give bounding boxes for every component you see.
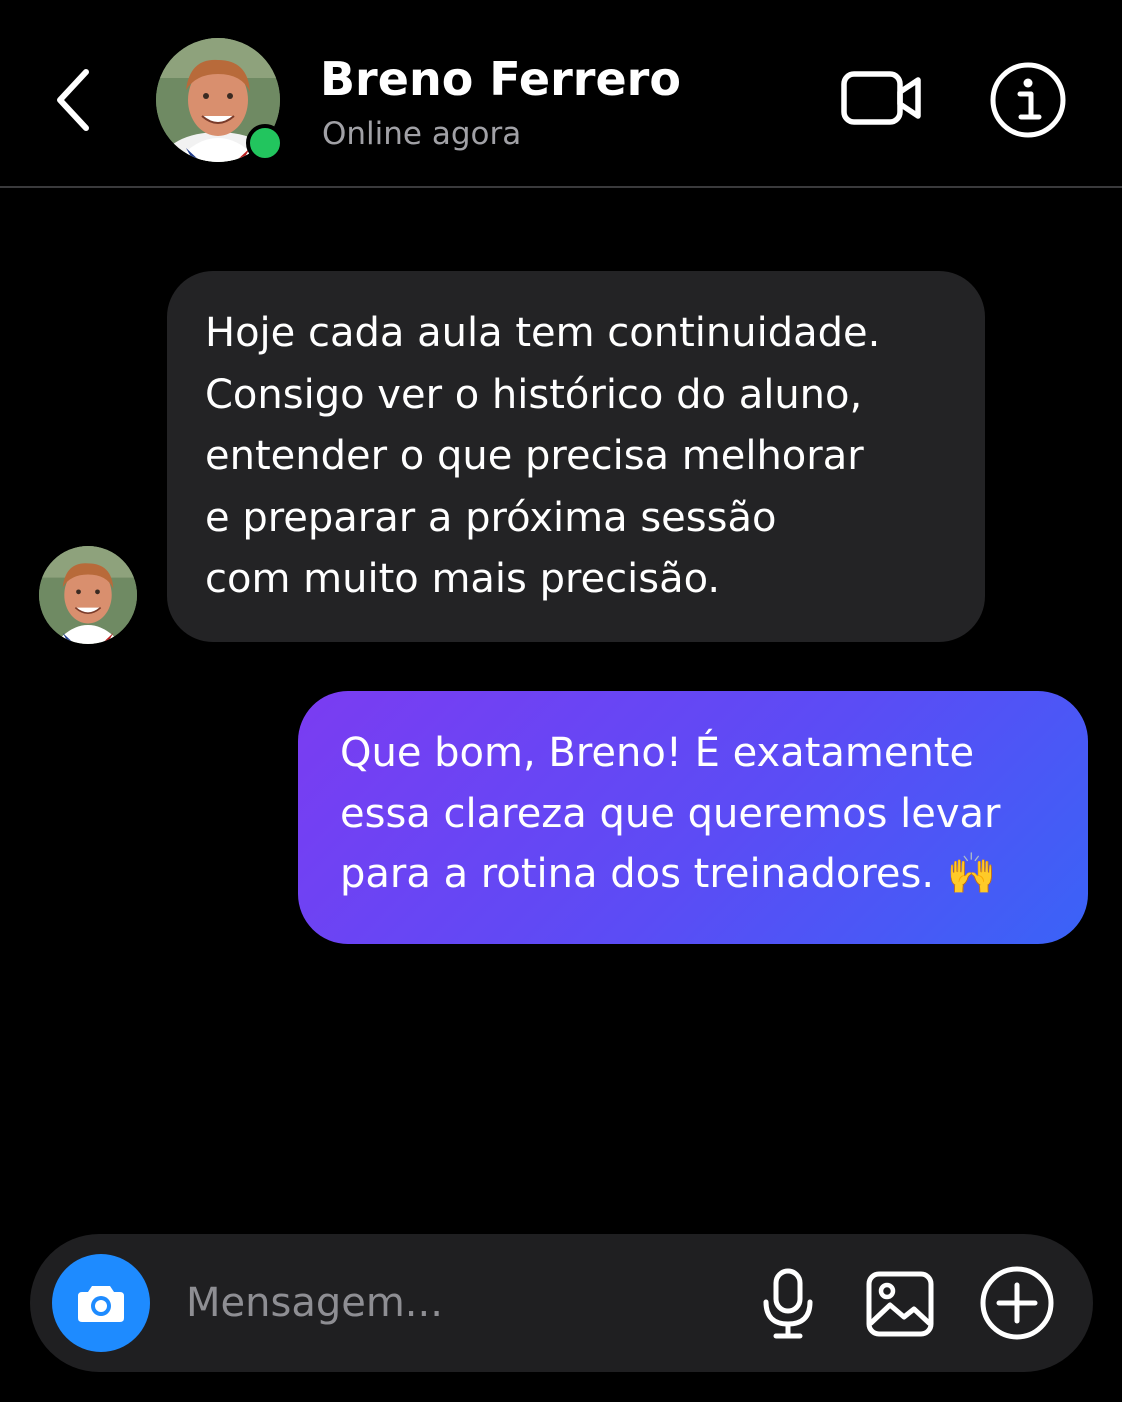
back-button[interactable] [44, 60, 104, 140]
gallery-button[interactable] [864, 1268, 936, 1340]
online-status-dot [246, 124, 284, 162]
incoming-message-text: Hoje cada aula tem continuidade. Consigo… [205, 310, 881, 602]
video-camera-icon [841, 71, 921, 125]
sender-avatar[interactable] [39, 546, 137, 644]
info-button[interactable] [988, 60, 1068, 140]
outgoing-message-bubble[interactable]: Que bom, Breno! É exatamente essa clarez… [298, 691, 1088, 944]
chevron-left-icon [57, 69, 89, 131]
microphone-icon [763, 1268, 813, 1339]
contact-avatar[interactable] [156, 38, 284, 162]
microphone-button[interactable] [756, 1266, 820, 1342]
contact-name[interactable]: Breno Ferrero [320, 52, 681, 106]
message-input[interactable] [180, 1264, 752, 1342]
outgoing-message-text: Que bom, Breno! É exatamente essa clarez… [340, 730, 1001, 897]
chat-screen: Breno Ferrero Online agora Hoje cada aul… [0, 0, 1122, 1402]
add-button[interactable] [978, 1264, 1056, 1342]
video-call-button[interactable] [838, 62, 926, 134]
camera-button[interactable] [52, 1254, 150, 1352]
camera-icon [78, 1286, 124, 1322]
image-icon [866, 1271, 934, 1337]
chat-header: Breno Ferrero Online agora [0, 0, 1122, 188]
plus-circle-icon [980, 1266, 1054, 1340]
info-icon [990, 62, 1066, 138]
message-composer [30, 1234, 1093, 1372]
contact-status: Online agora [322, 116, 522, 152]
incoming-message-bubble[interactable]: Hoje cada aula tem continuidade. Consigo… [167, 271, 985, 642]
